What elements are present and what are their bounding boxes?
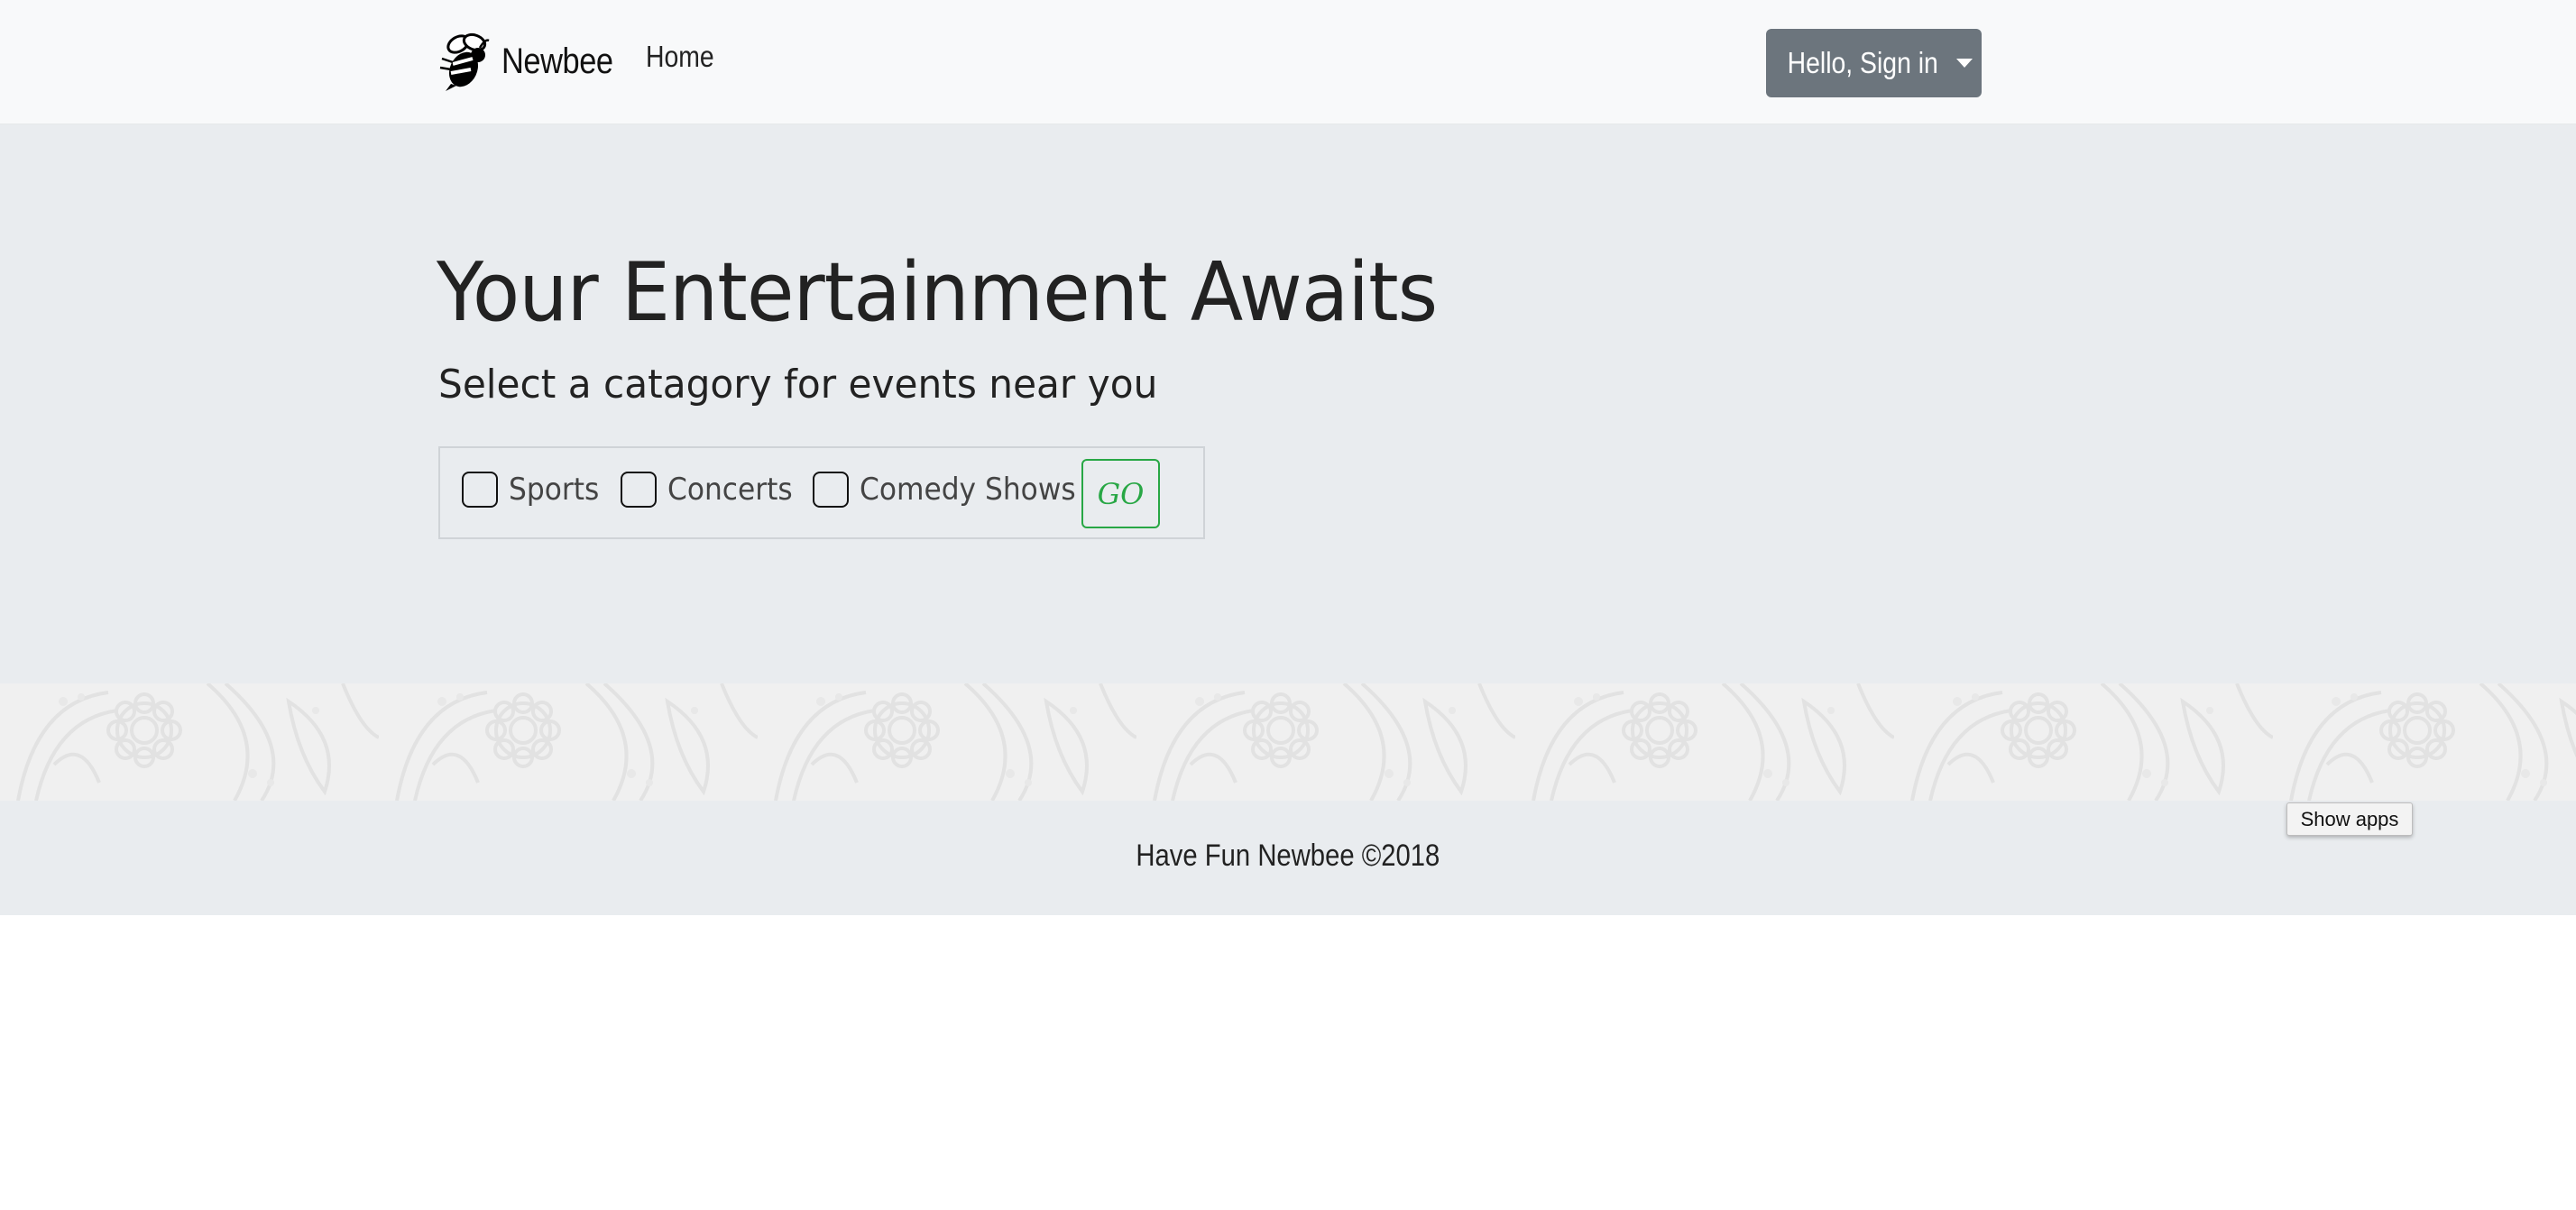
page-subheading: Select a catagory for events near you <box>438 362 1158 408</box>
brand-name: Newbee <box>501 41 613 81</box>
category-form: Sports Concerts Comedy Shows GO <box>438 446 1205 539</box>
jumbotron: Your Entertainment Awaits Select a catag… <box>0 124 2576 683</box>
category-comedy-shows[interactable]: Comedy Shows <box>813 470 1095 509</box>
paisley-pattern <box>0 683 2576 801</box>
show-apps-button[interactable]: Show apps <box>2286 802 2413 836</box>
concerts-label: Concerts <box>667 472 793 508</box>
page-headline: Your Entertainment Awaits <box>437 245 1438 340</box>
footer-text-wrap: Have Fun Newbee ©2018 <box>0 839 2576 874</box>
category-concerts[interactable]: Concerts <box>621 470 804 509</box>
comedy-shows-checkbox[interactable] <box>813 472 849 508</box>
category-sports[interactable]: Sports <box>462 470 607 509</box>
footer-copyright: Have Fun Newbee ©2018 <box>1136 839 1440 873</box>
footer: Have Fun Newbee ©2018 <box>0 801 2576 915</box>
bee-icon <box>439 32 490 91</box>
sports-checkbox[interactable] <box>462 472 498 508</box>
nav-home-link[interactable]: Home <box>646 40 714 74</box>
comedy-shows-label: Comedy Shows <box>860 472 1076 508</box>
brand-link[interactable]: Newbee <box>438 29 631 94</box>
signin-label: Hello, Sign in <box>1787 46 1939 79</box>
signin-dropdown-button[interactable]: Hello, Sign in <box>1766 29 1982 97</box>
decorative-pattern-band <box>0 683 2576 801</box>
caret-down-icon <box>1955 59 1973 68</box>
navbar: Newbee Home Hello, Sign in <box>0 0 2576 124</box>
sports-label: Sports <box>509 472 600 508</box>
concerts-checkbox[interactable] <box>621 472 657 508</box>
go-button[interactable]: GO <box>1081 459 1160 528</box>
